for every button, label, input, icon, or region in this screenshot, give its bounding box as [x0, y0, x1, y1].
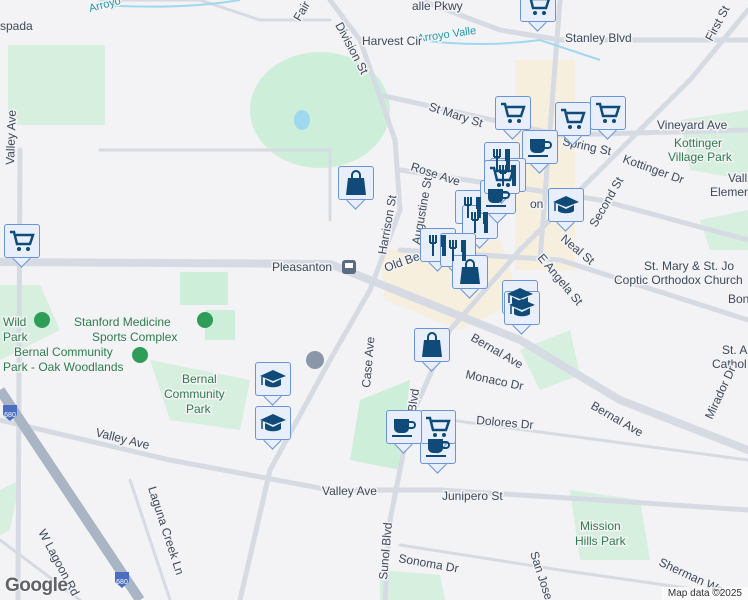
school-icon	[548, 188, 584, 222]
school-poi-icon	[306, 351, 324, 369]
label-coptic-church-2: Coptic Orthodox Church	[614, 273, 743, 287]
label-valle-pkwy: alle Pkwy	[412, 0, 463, 13]
coffee-icon	[386, 410, 422, 444]
school-icon	[255, 406, 291, 440]
label-bernal-cp-2: Community	[164, 387, 225, 401]
school-marker[interactable]	[504, 291, 540, 335]
label-stanford-complex: Stanford Medicine	[74, 315, 171, 329]
label-monaco-dr: Monaco Dr	[464, 367, 524, 393]
label-valle-elementary-2: Elementary	[710, 185, 748, 199]
label-mirador-dr: Mirador Dr	[702, 364, 739, 421]
shopping-bag-marker[interactable]	[338, 166, 374, 210]
label-kottinger-park-2: Village Park	[668, 150, 733, 164]
label-dolores-dr: Dolores Dr	[476, 413, 534, 432]
shopping-cart-icon	[555, 102, 591, 136]
label-st-augustine: St. A	[722, 343, 747, 357]
shield-label: 680	[116, 579, 128, 586]
label-bernal-cp: Bernal	[182, 372, 217, 386]
coffee-marker[interactable]	[386, 410, 422, 454]
school-icon	[255, 362, 291, 396]
label-junipero-st: Junipero St	[442, 489, 503, 503]
label-bernal-oak-2: Park - Oak Woodlands	[3, 360, 124, 374]
label-bernal-cp-3: Park	[186, 402, 212, 416]
label-stanford-complex-2: Sports Complex	[92, 330, 177, 344]
shopping-bag-icon	[414, 328, 450, 362]
school-marker[interactable]	[255, 362, 291, 406]
shopping-cart-icon	[4, 224, 40, 258]
label-harvest-cir: Harvest Cir	[362, 34, 422, 48]
label-valle-elementary: Vall	[728, 171, 747, 185]
label-pleasanton-downtown: on	[530, 197, 543, 211]
shopping-cart-icon	[495, 96, 531, 130]
label-bernal-oak: Bernal Community	[14, 345, 113, 359]
train-station-icon	[342, 260, 356, 274]
school-icon	[504, 291, 540, 325]
label-kottinger-park: Kottinger	[674, 136, 722, 150]
shopping-cart-marker[interactable]	[590, 96, 626, 140]
google-logo: Google	[5, 575, 68, 596]
school-marker[interactable]	[548, 188, 584, 232]
label-mission-hills: Mission	[580, 519, 621, 533]
label-wild-park-2: Park	[3, 330, 29, 344]
label-valley-ave-3: Valley Ave	[322, 484, 377, 498]
label-espada: spada	[0, 19, 33, 33]
school-marker[interactable]	[255, 406, 291, 450]
shopping-bag-icon	[338, 166, 374, 200]
label-wild-park: Wild	[3, 315, 26, 329]
label-laguna-creek: Laguna Creek Ln	[145, 485, 187, 577]
label-pleasanton-station: Pleasanton	[272, 260, 332, 274]
i680-shield-2: 680	[115, 572, 129, 588]
label-coptic-church: St. Mary & St. Jo	[644, 259, 734, 273]
label-vineyard-ave: Vineyard Ave	[657, 118, 728, 132]
coffee-marker[interactable]	[522, 130, 558, 174]
shopping-bag-marker[interactable]	[414, 328, 450, 372]
label-rose-ave: Rose Ave	[409, 160, 462, 189]
label-stanley-blvd: Stanley Blvd	[565, 31, 632, 45]
shopping-cart-marker[interactable]	[520, 0, 556, 32]
label-st-mary-st: St Mary St	[427, 100, 485, 131]
i680-shield-1: 680	[3, 405, 17, 421]
shield-label: 680	[4, 412, 16, 419]
map-attribution[interactable]: Map data ©2025	[661, 587, 748, 600]
shopping-cart-icon	[520, 0, 556, 22]
label-sonoma-dr: Sonoma Dr	[397, 551, 459, 575]
shopping-cart-marker[interactable]	[555, 102, 591, 146]
label-bonde: Bon	[728, 292, 748, 306]
coffee-icon	[522, 130, 558, 164]
shopping-cart-marker[interactable]	[4, 224, 40, 268]
label-case-ave: Case Ave	[359, 336, 377, 388]
label-san-jose-dr: San Jose Dr	[527, 550, 561, 600]
label-valley-ave: Valley Ave	[3, 109, 19, 165]
shopping-cart-icon	[590, 96, 626, 130]
label-arroyo: Arroyo	[88, 0, 122, 15]
label-second-st: Second St	[586, 174, 626, 230]
label-mission-hills-2: Hills Park	[575, 534, 627, 548]
map-canvas[interactable]: Arroyo Arroyo Valle alle Pkwy Harvest Ci…	[0, 0, 748, 600]
